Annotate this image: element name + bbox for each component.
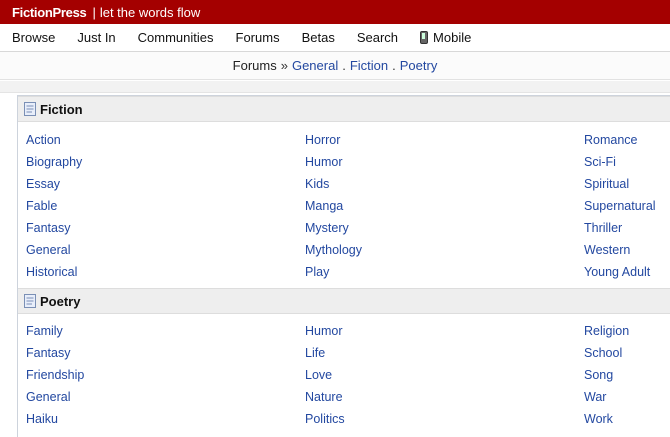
nav-just-in[interactable]: Just In [77,30,115,45]
breadcrumb-general[interactable]: General [292,58,338,73]
nav-search[interactable]: Search [357,30,398,45]
forum-link-historical[interactable]: Historical [26,265,77,279]
forum-link-humor[interactable]: Humor [305,155,343,169]
section-title-fiction: Fiction [40,101,83,117]
forum-link-war[interactable]: War [584,390,606,404]
forum-link-thriller[interactable]: Thriller [584,221,622,235]
tagline-text: let the words flow [99,4,201,20]
forum-link-family[interactable]: Family [26,324,63,338]
nav-forums[interactable]: Forums [236,30,280,45]
forum-link-young-adult[interactable]: Young Adult [584,265,650,279]
forum-link-religion[interactable]: Religion [584,324,629,338]
breadcrumb: Forums » General . Fiction . Poetry [0,52,670,80]
forum-link-love[interactable]: Love [305,368,332,382]
section-header-fiction: Fiction [18,96,670,122]
nav-betas[interactable]: Betas [302,30,335,45]
forum-link-essay[interactable]: Essay [26,177,60,191]
forum-link-biography[interactable]: Biography [26,155,82,169]
top-header: FictionPress | let the words flow [0,0,670,24]
nav-communities[interactable]: Communities [138,30,214,45]
divider-strip [0,81,670,93]
section-header-poetry: Poetry [18,288,670,314]
forum-link-action[interactable]: Action [26,133,61,147]
forum-link-politics[interactable]: Politics [305,412,345,426]
forum-categories-panel: Fiction Action Biography Essay Fable Fan… [17,95,670,437]
breadcrumb-root: Forums [232,58,277,73]
forum-link-supernatural[interactable]: Supernatural [584,199,656,213]
forum-link-haiku[interactable]: Haiku [26,412,58,426]
breadcrumb-dot: . [342,58,346,73]
forum-link-mystery[interactable]: Mystery [305,221,349,235]
forum-link-humor-poetry[interactable]: Humor [305,324,343,338]
nav-mobile-label: Mobile [433,30,472,45]
forum-link-fantasy[interactable]: Fantasy [26,221,70,235]
nav-browse[interactable]: Browse [12,30,55,45]
forum-link-song[interactable]: Song [584,368,613,382]
breadcrumb-arrow: » [280,58,288,73]
main-nav: Browse Just In Communities Forums Betas … [0,24,670,52]
section-title-poetry: Poetry [40,293,81,309]
forum-link-western[interactable]: Western [584,243,630,257]
forum-link-play[interactable]: Play [305,265,329,279]
forum-link-sci-fi[interactable]: Sci-Fi [584,155,616,169]
tagline: | let the words flow [92,5,200,20]
forum-link-romance[interactable]: Romance [584,133,638,147]
forum-link-work[interactable]: Work [584,412,613,426]
forum-link-general[interactable]: General [26,243,70,257]
forum-link-mythology[interactable]: Mythology [305,243,362,257]
forum-link-general-poetry[interactable]: General [26,390,70,404]
forum-link-fable[interactable]: Fable [26,199,57,213]
forum-link-horror[interactable]: Horror [305,133,340,147]
document-icon [24,102,36,116]
forum-link-fantasy-poetry[interactable]: Fantasy [26,346,70,360]
breadcrumb-poetry[interactable]: Poetry [400,58,438,73]
forum-link-manga[interactable]: Manga [305,199,343,213]
mobile-phone-icon [420,31,429,44]
forum-link-school[interactable]: School [584,346,622,360]
breadcrumb-dot: . [392,58,396,73]
forum-link-life[interactable]: Life [305,346,325,360]
forum-link-spiritual[interactable]: Spiritual [584,177,629,191]
tagline-separator: | [92,4,96,20]
breadcrumb-fiction[interactable]: Fiction [350,58,388,73]
site-logo[interactable]: FictionPress [12,5,87,20]
forum-link-nature[interactable]: Nature [305,390,343,404]
nav-mobile[interactable]: Mobile [420,30,471,45]
forum-link-kids[interactable]: Kids [305,177,329,191]
forum-link-friendship[interactable]: Friendship [26,368,84,382]
document-icon [24,294,36,308]
